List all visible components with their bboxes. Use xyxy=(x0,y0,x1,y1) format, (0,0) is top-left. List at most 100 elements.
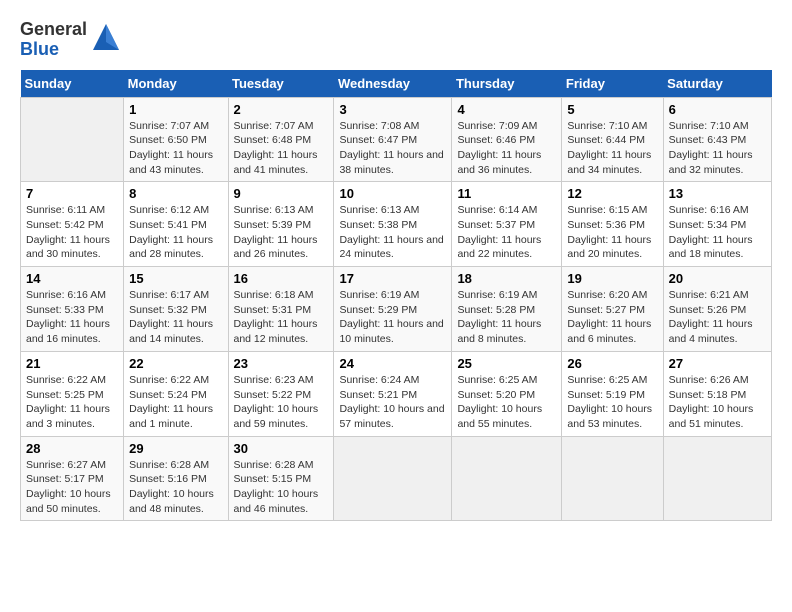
calendar-cell xyxy=(334,436,452,521)
cell-info: Sunrise: 6:11 AM Sunset: 5:42 PM Dayligh… xyxy=(26,203,118,262)
sunset-text: Sunset: 6:44 PM xyxy=(567,134,645,146)
daylight-text: Daylight: 11 hours and 6 minutes. xyxy=(567,318,651,345)
sunrise-text: Sunrise: 6:16 AM xyxy=(669,204,749,216)
calendar-week-row: 1 Sunrise: 7:07 AM Sunset: 6:50 PM Dayli… xyxy=(21,97,772,182)
cell-info: Sunrise: 6:16 AM Sunset: 5:34 PM Dayligh… xyxy=(669,203,766,262)
daylight-text: Daylight: 10 hours and 53 minutes. xyxy=(567,403,652,430)
date-number: 1 xyxy=(129,102,222,117)
sunrise-text: Sunrise: 6:16 AM xyxy=(26,289,106,301)
cell-info: Sunrise: 6:21 AM Sunset: 5:26 PM Dayligh… xyxy=(669,288,766,347)
daylight-text: Daylight: 10 hours and 46 minutes. xyxy=(234,488,319,515)
sunrise-text: Sunrise: 6:11 AM xyxy=(26,204,105,216)
sunset-text: Sunset: 5:32 PM xyxy=(129,304,207,316)
sunset-text: Sunset: 5:26 PM xyxy=(669,304,747,316)
sunrise-text: Sunrise: 6:22 AM xyxy=(129,374,209,386)
calendar-cell xyxy=(21,97,124,182)
sunset-text: Sunset: 5:25 PM xyxy=(26,389,104,401)
calendar-cell: 20 Sunrise: 6:21 AM Sunset: 5:26 PM Dayl… xyxy=(663,267,771,352)
sunset-text: Sunset: 5:17 PM xyxy=(26,473,104,485)
sunrise-text: Sunrise: 6:19 AM xyxy=(339,289,419,301)
sunset-text: Sunset: 6:50 PM xyxy=(129,134,207,146)
sunrise-text: Sunrise: 6:21 AM xyxy=(669,289,749,301)
sunrise-text: Sunrise: 6:19 AM xyxy=(457,289,537,301)
date-number: 9 xyxy=(234,186,329,201)
date-number: 11 xyxy=(457,186,556,201)
sunset-text: Sunset: 6:43 PM xyxy=(669,134,747,146)
daylight-text: Daylight: 11 hours and 28 minutes. xyxy=(129,234,213,261)
calendar-week-row: 28 Sunrise: 6:27 AM Sunset: 5:17 PM Dayl… xyxy=(21,436,772,521)
daylight-text: Daylight: 11 hours and 16 minutes. xyxy=(26,318,110,345)
sunrise-text: Sunrise: 7:07 AM xyxy=(234,120,314,132)
date-number: 5 xyxy=(567,102,657,117)
sunset-text: Sunset: 5:22 PM xyxy=(234,389,312,401)
calendar-cell: 1 Sunrise: 7:07 AM Sunset: 6:50 PM Dayli… xyxy=(124,97,228,182)
date-number: 25 xyxy=(457,356,556,371)
date-number: 8 xyxy=(129,186,222,201)
cell-info: Sunrise: 6:22 AM Sunset: 5:24 PM Dayligh… xyxy=(129,373,222,432)
sunset-text: Sunset: 5:31 PM xyxy=(234,304,312,316)
sunrise-text: Sunrise: 7:10 AM xyxy=(567,120,647,132)
daylight-text: Daylight: 11 hours and 8 minutes. xyxy=(457,318,541,345)
calendar-cell: 11 Sunrise: 6:14 AM Sunset: 5:37 PM Dayl… xyxy=(452,182,562,267)
calendar-cell: 4 Sunrise: 7:09 AM Sunset: 6:46 PM Dayli… xyxy=(452,97,562,182)
sunset-text: Sunset: 5:15 PM xyxy=(234,473,312,485)
sunset-text: Sunset: 5:41 PM xyxy=(129,219,207,231)
day-header: Monday xyxy=(124,70,228,98)
day-header: Sunday xyxy=(21,70,124,98)
calendar-cell: 27 Sunrise: 6:26 AM Sunset: 5:18 PM Dayl… xyxy=(663,351,771,436)
date-number: 14 xyxy=(26,271,118,286)
daylight-text: Daylight: 11 hours and 1 minute. xyxy=(129,403,213,430)
cell-info: Sunrise: 6:13 AM Sunset: 5:38 PM Dayligh… xyxy=(339,203,446,262)
date-number: 28 xyxy=(26,441,118,456)
daylight-text: Daylight: 11 hours and 32 minutes. xyxy=(669,149,753,176)
calendar-cell xyxy=(562,436,663,521)
daylight-text: Daylight: 10 hours and 48 minutes. xyxy=(129,488,214,515)
calendar-cell: 16 Sunrise: 6:18 AM Sunset: 5:31 PM Dayl… xyxy=(228,267,334,352)
calendar-cell: 19 Sunrise: 6:20 AM Sunset: 5:27 PM Dayl… xyxy=(562,267,663,352)
sunrise-text: Sunrise: 7:09 AM xyxy=(457,120,537,132)
date-number: 2 xyxy=(234,102,329,117)
daylight-text: Daylight: 10 hours and 51 minutes. xyxy=(669,403,754,430)
calendar-cell: 14 Sunrise: 6:16 AM Sunset: 5:33 PM Dayl… xyxy=(21,267,124,352)
daylight-text: Daylight: 11 hours and 36 minutes. xyxy=(457,149,541,176)
date-number: 19 xyxy=(567,271,657,286)
calendar-cell: 15 Sunrise: 6:17 AM Sunset: 5:32 PM Dayl… xyxy=(124,267,228,352)
calendar-cell: 6 Sunrise: 7:10 AM Sunset: 6:43 PM Dayli… xyxy=(663,97,771,182)
calendar-cell: 23 Sunrise: 6:23 AM Sunset: 5:22 PM Dayl… xyxy=(228,351,334,436)
calendar-cell: 29 Sunrise: 6:28 AM Sunset: 5:16 PM Dayl… xyxy=(124,436,228,521)
cell-info: Sunrise: 6:24 AM Sunset: 5:21 PM Dayligh… xyxy=(339,373,446,432)
date-number: 22 xyxy=(129,356,222,371)
calendar-cell: 28 Sunrise: 6:27 AM Sunset: 5:17 PM Dayl… xyxy=(21,436,124,521)
sunset-text: Sunset: 5:33 PM xyxy=(26,304,104,316)
date-number: 23 xyxy=(234,356,329,371)
date-number: 15 xyxy=(129,271,222,286)
daylight-text: Daylight: 10 hours and 55 minutes. xyxy=(457,403,542,430)
sunrise-text: Sunrise: 6:18 AM xyxy=(234,289,314,301)
cell-info: Sunrise: 6:26 AM Sunset: 5:18 PM Dayligh… xyxy=(669,373,766,432)
sunset-text: Sunset: 5:36 PM xyxy=(567,219,645,231)
calendar-cell: 2 Sunrise: 7:07 AM Sunset: 6:48 PM Dayli… xyxy=(228,97,334,182)
date-number: 13 xyxy=(669,186,766,201)
cell-info: Sunrise: 6:28 AM Sunset: 5:15 PM Dayligh… xyxy=(234,458,329,517)
cell-info: Sunrise: 6:23 AM Sunset: 5:22 PM Dayligh… xyxy=(234,373,329,432)
sunset-text: Sunset: 6:47 PM xyxy=(339,134,417,146)
day-header: Tuesday xyxy=(228,70,334,98)
daylight-text: Daylight: 10 hours and 59 minutes. xyxy=(234,403,319,430)
daylight-text: Daylight: 11 hours and 34 minutes. xyxy=(567,149,651,176)
calendar-cell xyxy=(452,436,562,521)
sunrise-text: Sunrise: 7:08 AM xyxy=(339,120,419,132)
sunset-text: Sunset: 5:19 PM xyxy=(567,389,645,401)
daylight-text: Daylight: 11 hours and 18 minutes. xyxy=(669,234,753,261)
sunrise-text: Sunrise: 7:07 AM xyxy=(129,120,209,132)
daylight-text: Daylight: 10 hours and 57 minutes. xyxy=(339,403,444,430)
calendar-cell: 30 Sunrise: 6:28 AM Sunset: 5:15 PM Dayl… xyxy=(228,436,334,521)
daylight-text: Daylight: 11 hours and 30 minutes. xyxy=(26,234,110,261)
daylight-text: Daylight: 11 hours and 20 minutes. xyxy=(567,234,651,261)
date-number: 16 xyxy=(234,271,329,286)
daylight-text: Daylight: 11 hours and 4 minutes. xyxy=(669,318,753,345)
sunset-text: Sunset: 5:34 PM xyxy=(669,219,747,231)
logo: General Blue xyxy=(20,20,121,60)
sunset-text: Sunset: 5:27 PM xyxy=(567,304,645,316)
calendar-cell: 13 Sunrise: 6:16 AM Sunset: 5:34 PM Dayl… xyxy=(663,182,771,267)
calendar-cell: 7 Sunrise: 6:11 AM Sunset: 5:42 PM Dayli… xyxy=(21,182,124,267)
